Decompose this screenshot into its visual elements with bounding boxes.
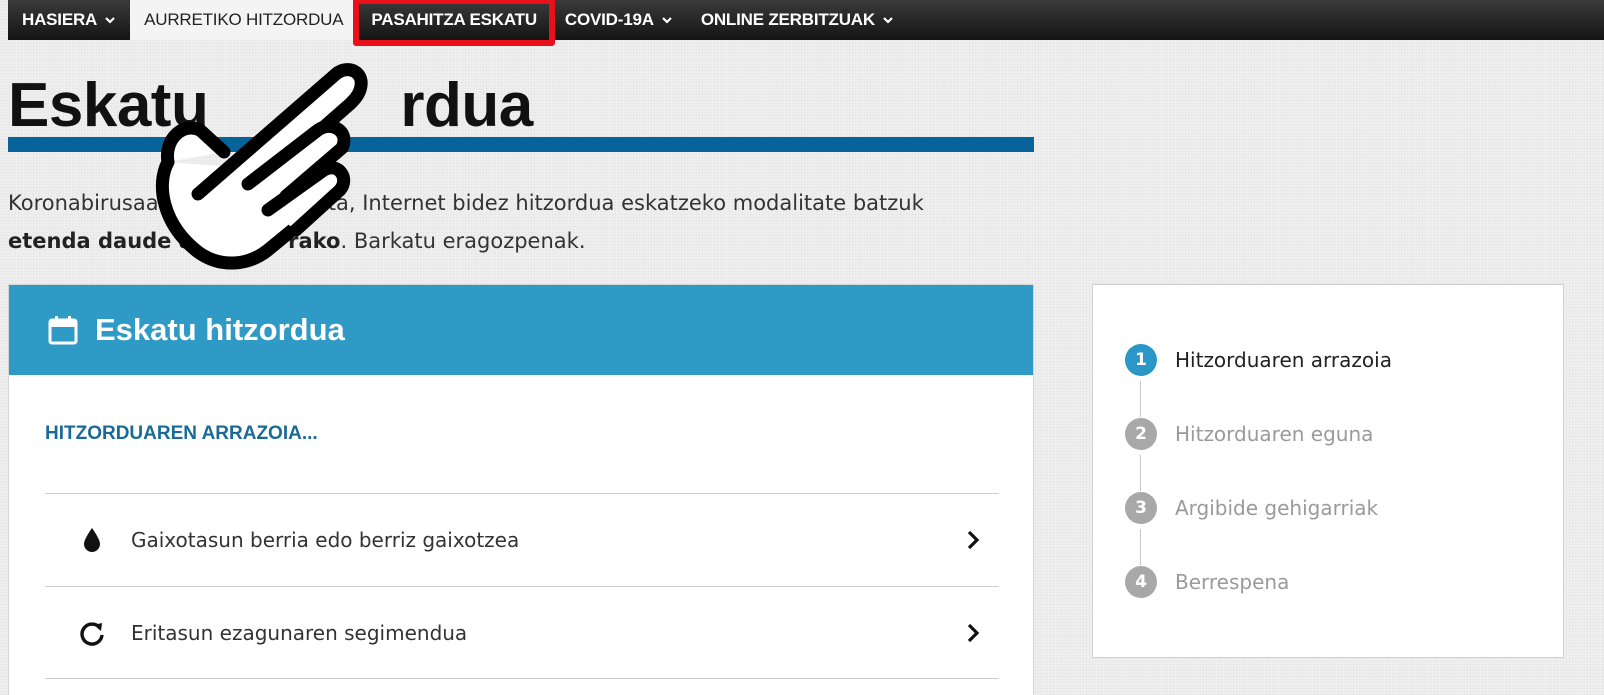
section-label: HITZORDUAREN ARRAZOIA... <box>45 423 318 444</box>
step-number: 4 <box>1125 566 1157 598</box>
reason-label: Gaixotasun berria edo berriz gaixotzea <box>131 528 520 552</box>
chevron-down-icon <box>883 17 893 24</box>
reason-label: Eritasun ezagunaren segimendua <box>131 620 468 645</box>
step-label: Berrespena <box>1175 570 1290 594</box>
nav-pasahitza-eskatu-label: PASAHITZA ESKATU <box>371 10 537 29</box>
intro-bold-start: etenda daude al <box>8 229 201 253</box>
card-header: Eskatu hitzordua <box>9 285 1033 375</box>
appointment-card: Eskatu hitzordua HITZORDUAREN ARRAZOIA..… <box>8 284 1034 695</box>
step-number: 2 <box>1125 418 1157 450</box>
page-title-left: Eskatu <box>8 71 209 140</box>
reason-list: Gaixotasun berria edo berriz gaixotzea E… <box>45 493 999 679</box>
nav-hasiera-label: HASIERA <box>22 10 98 29</box>
intro-paragraph: Koronabirusaa ela eta, Internet bidez hit… <box>8 184 1048 260</box>
progress-stepper: 1 Hitzorduaren arrazoia 2 Hitzorduaren e… <box>1092 284 1564 658</box>
refresh-icon <box>77 618 107 648</box>
step-label: Argibide gehigarriak <box>1175 496 1379 520</box>
step-number: 1 <box>1125 344 1157 376</box>
chevron-right-icon <box>967 623 980 642</box>
step-number: 3 <box>1125 492 1157 524</box>
intro-line1-start: Koronabirusaa <box>8 191 159 215</box>
step-confirmation: 4 Berrespena <box>1125 565 1392 599</box>
nav-aurretiko-hitzordua-label: AURRETIKO HITZORDUA <box>144 10 344 29</box>
reason-item-new-illness[interactable]: Gaixotasun berria edo berriz gaixotzea <box>45 493 999 586</box>
reason-item-followup[interactable]: Eritasun ezagunaren segimendua <box>45 586 999 679</box>
intro-line1-rest: ela eta, Internet bidez hitzordua eskatz… <box>276 191 924 215</box>
nav-online-zerbitzuak[interactable]: ONLINE ZERBITZUAK <box>687 0 908 40</box>
drop-icon <box>77 525 107 555</box>
intro-end: . Barkatu eragozpenak. <box>340 229 586 253</box>
chevron-down-icon <box>662 17 672 24</box>
top-navigation: HASIERA AURRETIKO HITZORDUA PASAHITZA ES… <box>8 0 1604 46</box>
step-label: Hitzorduaren arrazoia <box>1175 348 1392 372</box>
chevron-right-icon <box>967 530 980 550</box>
step-label: Hitzorduaren eguna <box>1175 422 1374 446</box>
step-reason: 1 Hitzorduaren arrazoia <box>1125 343 1392 417</box>
chevron-down-icon <box>105 17 115 24</box>
step-extra-info: 3 Argibide gehigarriak <box>1125 491 1392 565</box>
nav-online-zerbitzuak-label: ONLINE ZERBITZUAK <box>700 10 875 29</box>
title-underline <box>8 137 1034 152</box>
nav-pasahitza-eskatu[interactable]: PASAHITZA ESKATU <box>353 0 555 46</box>
calendar-icon <box>48 316 78 345</box>
page-title: Eskatu rdua <box>8 70 533 141</box>
card-title: Eskatu hitzordua <box>95 312 345 347</box>
nav-hasiera[interactable]: HASIERA <box>8 0 130 40</box>
nav-covid-label: COVID-19A <box>564 10 654 29</box>
intro-bold-rest: rako <box>288 229 341 253</box>
page-title-right: rdua <box>400 71 533 140</box>
nav-aurretiko-hitzordua[interactable]: AURRETIKO HITZORDUA <box>130 0 358 40</box>
step-date: 2 Hitzorduaren eguna <box>1125 417 1392 491</box>
nav-covid[interactable]: COVID-19A <box>551 0 687 40</box>
